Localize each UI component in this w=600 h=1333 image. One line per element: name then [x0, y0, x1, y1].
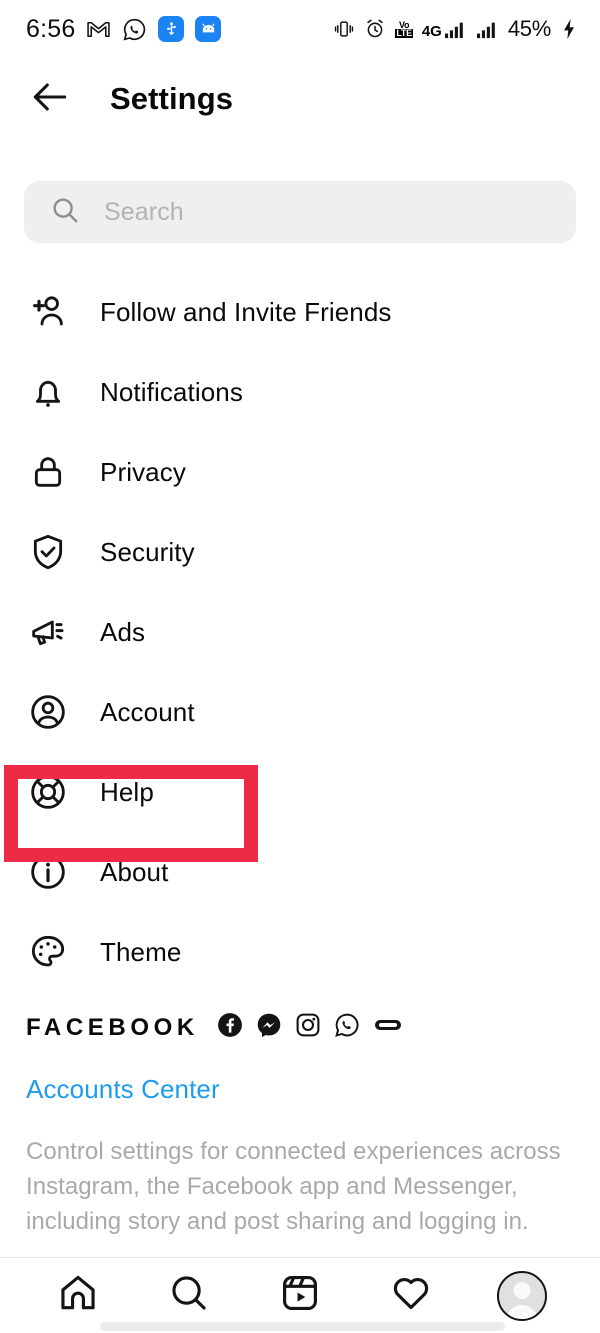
- settings-item-label: Notifications: [100, 376, 243, 407]
- whatsapp-icon: [334, 1012, 360, 1043]
- facebook-heading: FACEBOOK: [26, 1013, 199, 1041]
- signal-bars-icon: [475, 19, 499, 39]
- instagram-icon: [295, 1012, 321, 1043]
- profile-avatar-icon: [497, 1270, 548, 1321]
- settings-item-label: Help: [100, 776, 154, 807]
- back-arrow-icon: [28, 75, 72, 124]
- usb-icon: [158, 16, 185, 42]
- home-icon: [57, 1272, 99, 1319]
- lifebuoy-icon: [26, 770, 70, 814]
- avatar-body: [506, 1304, 538, 1319]
- settings-item-label: Follow and Invite Friends: [100, 296, 392, 327]
- settings-list: Follow and Invite Friends Notifications …: [0, 272, 600, 992]
- reels-icon: [279, 1272, 321, 1319]
- facebook-section-description: Control settings for connected experienc…: [26, 1138, 561, 1235]
- volte-icon: Vo LTE: [395, 20, 413, 38]
- settings-item-label: About: [100, 856, 169, 887]
- shield-check-icon: [26, 530, 70, 574]
- settings-item-help[interactable]: Help: [0, 752, 600, 832]
- facebook-brand-icons: [217, 1012, 403, 1043]
- status-bar: 6:56 Vo LTE 4G 45%: [0, 0, 600, 58]
- messenger-icon: [256, 1012, 282, 1043]
- nav-item-search[interactable]: [158, 1265, 220, 1327]
- nav-item-profile[interactable]: [491, 1265, 553, 1327]
- settings-item-security[interactable]: Security: [0, 512, 600, 592]
- settings-item-label: Ads: [100, 616, 146, 647]
- nav-item-home[interactable]: [47, 1265, 109, 1327]
- page-title: Settings: [110, 81, 234, 116]
- android-messages-icon: [195, 16, 222, 42]
- search-box[interactable]: Search: [24, 181, 576, 243]
- search-icon: [50, 195, 80, 230]
- avatar-head: [513, 1281, 531, 1299]
- megaphone-icon: [26, 610, 70, 654]
- settings-item-label: Security: [100, 536, 195, 567]
- vibrate-icon: [333, 18, 355, 40]
- settings-item-notifications[interactable]: Notifications: [0, 352, 600, 432]
- nav-item-activity[interactable]: [380, 1265, 442, 1327]
- back-button[interactable]: [14, 63, 86, 135]
- settings-item-label: Account: [100, 696, 195, 727]
- whatsapp-icon: [122, 17, 147, 42]
- person-add-icon: [26, 290, 70, 334]
- settings-item-ads[interactable]: Ads: [0, 592, 600, 672]
- settings-item-about[interactable]: About: [0, 832, 600, 912]
- heart-icon: [390, 1272, 432, 1319]
- facebook-icon: [217, 1012, 243, 1043]
- accounts-center-link[interactable]: Accounts Center: [26, 1074, 586, 1105]
- search-bar[interactable]: Search: [24, 181, 576, 243]
- app-header: Settings: [0, 58, 600, 140]
- gesture-navigation-bar[interactable]: [100, 1322, 505, 1331]
- settings-item-theme[interactable]: Theme: [0, 912, 600, 992]
- facebook-section: FACEBOOK Accounts Center Control setting…: [26, 1012, 586, 1239]
- instagram-settings-screen: 6:56 Vo LTE 4G 45% Settings Search Follo…: [0, 0, 600, 1333]
- settings-item-privacy[interactable]: Privacy: [0, 432, 600, 512]
- info-circle-icon: [26, 850, 70, 894]
- palette-icon: [26, 930, 70, 974]
- account-circle-icon: [26, 690, 70, 734]
- facebook-section-header: FACEBOOK: [26, 1012, 586, 1043]
- search-input[interactable]: Search: [104, 198, 184, 227]
- battery-percentage-label: 45%: [507, 16, 551, 41]
- search-icon: [168, 1272, 210, 1319]
- gmail-icon: [86, 17, 111, 42]
- signal-4g-icon: 4G: [422, 19, 466, 39]
- settings-item-follow-invite-friends[interactable]: Follow and Invite Friends: [0, 272, 600, 352]
- status-bar-right: Vo LTE 4G 45%: [333, 16, 578, 42]
- charging-bolt-icon: [560, 18, 578, 40]
- network-type-label: 4G: [421, 23, 442, 40]
- bell-icon: [26, 370, 70, 414]
- settings-item-label: Privacy: [100, 456, 186, 487]
- status-bar-left: 6:56: [26, 14, 222, 44]
- lock-icon: [26, 450, 70, 494]
- nav-item-reels[interactable]: [269, 1265, 331, 1327]
- status-bar-clock: 6:56: [26, 14, 76, 43]
- settings-item-label: Theme: [100, 936, 182, 967]
- settings-item-account[interactable]: Account: [0, 672, 600, 752]
- alarm-icon: [364, 18, 386, 40]
- volte-bottom-label: LTE: [395, 28, 413, 38]
- portal-icon: [373, 1012, 403, 1043]
